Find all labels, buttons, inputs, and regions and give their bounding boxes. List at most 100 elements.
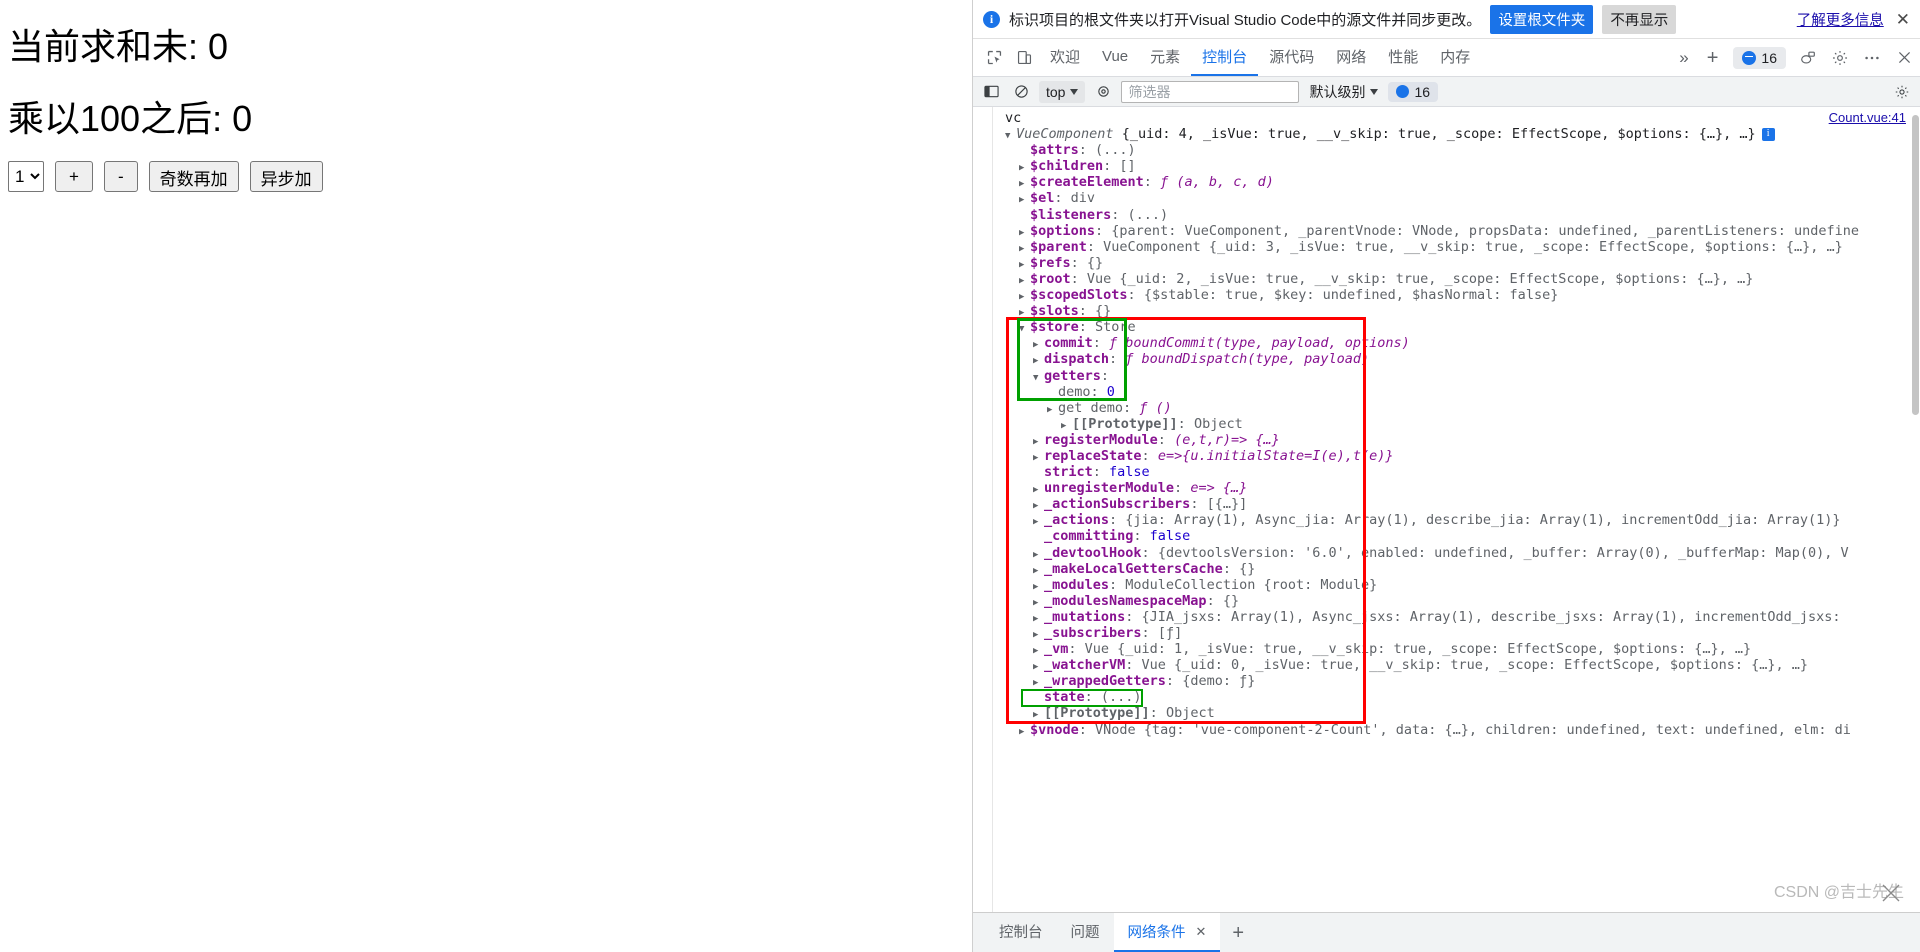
object-tree-row[interactable]: demo: 0 bbox=[994, 384, 1910, 400]
inspect-element-icon[interactable] bbox=[979, 44, 1009, 72]
close-icon[interactable]: ✕ bbox=[1196, 924, 1207, 940]
object-tree-row[interactable]: $createElement: ƒ (a, b, c, d) bbox=[994, 174, 1910, 190]
object-tree-row[interactable]: dispatch: ƒ boundDispatch(type, payload) bbox=[994, 351, 1910, 367]
object-tree-row[interactable]: _devtoolHook: {devtoolsVersion: '6.0', e… bbox=[994, 545, 1910, 561]
scrollbar-thumb[interactable] bbox=[1912, 115, 1919, 415]
close-devtools-icon[interactable] bbox=[1888, 44, 1920, 72]
object-tree-row[interactable]: VueComponent {_uid: 4, _isVue: true, __v… bbox=[994, 126, 1910, 142]
issues-count-badge[interactable]: 16 bbox=[1388, 81, 1439, 102]
feedback-icon[interactable] bbox=[1792, 44, 1824, 72]
object-tree-row[interactable]: $scopedSlots: {$stable: true, $key: unde… bbox=[994, 287, 1910, 303]
scrollbar-track[interactable] bbox=[1911, 107, 1920, 912]
console-output[interactable]: Count.vue:41 vc VueComponent {_uid: 4, _… bbox=[973, 107, 1920, 912]
object-tree-row[interactable]: _watcherVM: Vue {_uid: 0, _isVue: true, … bbox=[994, 657, 1910, 673]
object-tree-row[interactable]: $slots: {} bbox=[994, 303, 1910, 319]
close-icon[interactable]: ✕ bbox=[1893, 11, 1910, 28]
increment-button[interactable]: + bbox=[55, 161, 93, 193]
odd-add-button[interactable]: 奇数再加 bbox=[148, 161, 239, 193]
tab-3[interactable]: 控制台 bbox=[1191, 39, 1259, 76]
separator: : bbox=[1157, 431, 1175, 448]
gear-icon[interactable] bbox=[1824, 44, 1856, 72]
drawer-tab-2[interactable]: 网络条件 ✕ bbox=[1113, 913, 1221, 952]
chevron-right-icon[interactable] bbox=[1047, 402, 1058, 418]
set-root-folder-button[interactable]: 设置根文件夹 bbox=[1490, 4, 1594, 34]
object-tree-row[interactable]: _modules: ModuleCollection {root: Module… bbox=[994, 577, 1910, 593]
object-tree-row[interactable]: $refs: {} bbox=[994, 255, 1910, 271]
tab-2[interactable]: 元素 bbox=[1139, 39, 1191, 76]
object-tree-row[interactable]: $el: div bbox=[994, 190, 1910, 206]
object-tree-row[interactable]: _mutations: {JIA_jsxs: Array(1), Async_j… bbox=[994, 609, 1910, 625]
tab-0[interactable]: 欢迎 bbox=[1039, 39, 1091, 76]
device-toolbar-icon[interactable] bbox=[1009, 44, 1039, 72]
tab-1[interactable]: Vue bbox=[1091, 39, 1139, 76]
separator: : bbox=[1222, 560, 1240, 577]
tab-4[interactable]: 源代码 bbox=[1258, 39, 1325, 76]
object-tree-row[interactable]: _modulesNamespaceMap: {} bbox=[994, 593, 1910, 609]
tab-7[interactable]: 内存 bbox=[1429, 39, 1481, 76]
property-key: $root bbox=[1030, 270, 1071, 287]
object-tree-row[interactable]: _wrappedGetters: {demo: ƒ} bbox=[994, 673, 1910, 689]
console-sidebar-icon[interactable] bbox=[979, 81, 1003, 103]
object-tree-row[interactable]: _vm: Vue {_uid: 1, _isVue: true, __v_ski… bbox=[994, 641, 1910, 657]
learn-more-link[interactable]: 了解更多信息 bbox=[1797, 9, 1884, 30]
object-tree-row[interactable]: unregisterModule: e=> {…} bbox=[994, 480, 1910, 496]
object-tree-row[interactable]: $store: Store bbox=[994, 319, 1910, 335]
property-key: unregisterModule bbox=[1044, 480, 1175, 497]
live-expression-icon[interactable] bbox=[1091, 81, 1115, 103]
object-tree-row[interactable]: strict: false bbox=[994, 464, 1910, 480]
decrement-button[interactable]: - bbox=[103, 161, 138, 193]
drawer-tab-0[interactable]: 控制台 bbox=[985, 913, 1057, 952]
object-tree-row[interactable]: $options: {parent: VueComponent, _parent… bbox=[994, 223, 1910, 239]
object-tree-row[interactable]: _actions: {jia: Array(1), Async_jia: Arr… bbox=[994, 512, 1910, 528]
object-tree-row[interactable]: _actionSubscribers: [{…}] bbox=[994, 496, 1910, 512]
chevron-down-icon[interactable] bbox=[1005, 128, 1016, 144]
object-tree-row[interactable]: [[Prototype]]: Object bbox=[994, 416, 1910, 432]
object-tree-row[interactable]: $vnode: VNode {tag: 'vue-component-2-Cou… bbox=[994, 722, 1910, 738]
property-value: e=> {…} bbox=[1190, 480, 1248, 497]
separator: : bbox=[1206, 592, 1223, 609]
execution-context-selector[interactable]: top bbox=[1039, 80, 1086, 103]
tab-6[interactable]: 性能 bbox=[1377, 39, 1429, 76]
object-tree-row[interactable]: getters: bbox=[994, 368, 1910, 384]
banner-message: 标识项目的根文件夹以打开Visual Studio Code中的源文件并同步更改… bbox=[1009, 11, 1482, 29]
object-tree-row[interactable]: [[Prototype]]: Object bbox=[994, 705, 1910, 721]
object-tree-row[interactable]: $attrs: (...) bbox=[994, 142, 1910, 158]
object-tree-row[interactable]: replaceState: e=>{u.initialState=I(e),t(… bbox=[994, 448, 1910, 464]
property-key: $listeners bbox=[1030, 206, 1112, 223]
console-settings-icon[interactable] bbox=[1890, 81, 1914, 103]
property-value: [] bbox=[1119, 158, 1136, 175]
object-tree-row[interactable]: state: (...) bbox=[994, 689, 1910, 705]
object-tree-row[interactable]: _committing: false bbox=[994, 528, 1910, 544]
message-count-badge[interactable]: 16 bbox=[1733, 46, 1786, 69]
chevron-down-icon[interactable] bbox=[1019, 321, 1030, 337]
property-key: _devtoolHook bbox=[1044, 544, 1142, 561]
more-options-icon[interactable] bbox=[1856, 44, 1888, 72]
separator: : bbox=[1149, 705, 1166, 722]
object-tree-row[interactable]: _makeLocalGettersCache: {} bbox=[994, 561, 1910, 577]
step-select[interactable]: 123 bbox=[8, 161, 44, 193]
object-tree-row[interactable]: $parent: VueComponent {_uid: 3, _isVue: … bbox=[994, 239, 1910, 255]
more-tabs-icon[interactable]: » bbox=[1670, 48, 1697, 68]
drawer-tab-1[interactable]: 问题 bbox=[1057, 913, 1114, 952]
object-tree-row[interactable]: commit: ƒ boundCommit(type, payload, opt… bbox=[994, 335, 1910, 351]
async-add-button[interactable]: 异步加 bbox=[249, 161, 323, 193]
chevron-right-icon[interactable] bbox=[1019, 724, 1030, 740]
object-tree-row[interactable]: $listeners: (...) bbox=[994, 207, 1910, 223]
object-tree-row[interactable]: $root: Vue {_uid: 2, _isVue: true, __v_s… bbox=[994, 271, 1910, 287]
info-icon: i bbox=[983, 10, 1000, 28]
search-input[interactable] bbox=[1121, 80, 1300, 103]
object-tree-row[interactable]: registerModule: (e,t,r)=> {…} bbox=[994, 432, 1910, 448]
chevron-down-icon[interactable] bbox=[1033, 370, 1044, 386]
dont-show-again-button[interactable]: 不再显示 bbox=[1602, 4, 1677, 34]
add-tab-icon[interactable]: + bbox=[1698, 48, 1728, 68]
property-key: _subscribers bbox=[1044, 625, 1142, 641]
property-key: $parent bbox=[1030, 238, 1087, 255]
log-level-selector[interactable]: 默认级别 bbox=[1305, 82, 1382, 102]
tab-5[interactable]: 网络 bbox=[1325, 39, 1377, 76]
info-badge-icon[interactable]: i bbox=[1761, 127, 1775, 141]
object-tree-row[interactable]: _subscribers: [ƒ] bbox=[994, 625, 1910, 641]
object-tree-row[interactable]: get demo: ƒ () bbox=[994, 400, 1910, 416]
drawer-add-tab-icon[interactable]: + bbox=[1220, 923, 1256, 943]
clear-console-icon[interactable] bbox=[1009, 81, 1033, 103]
object-tree-row[interactable]: $children: [] bbox=[994, 158, 1910, 174]
